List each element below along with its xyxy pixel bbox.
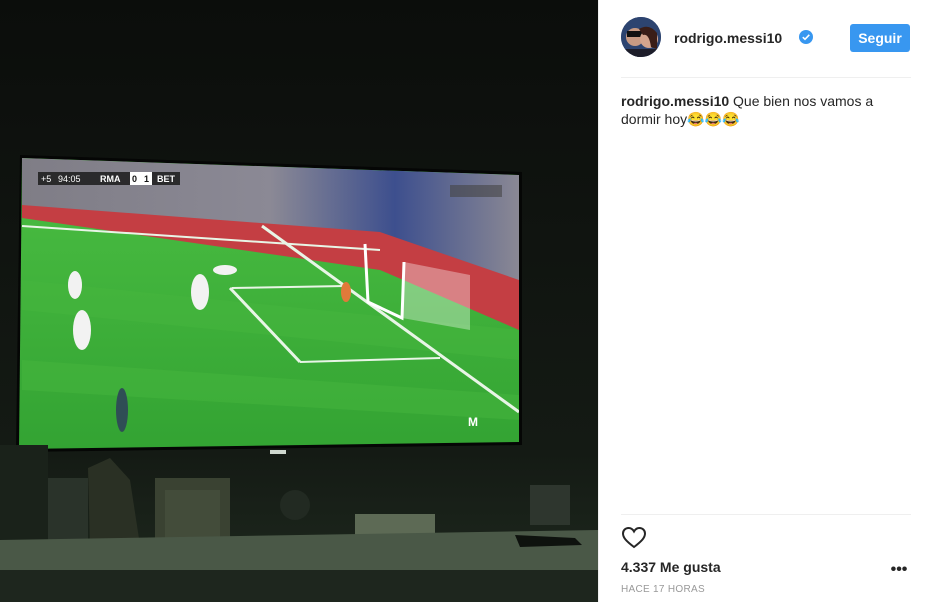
header-divider bbox=[621, 77, 911, 78]
post-sidebar: rodrigo.messi10 Seguir rodrigo.messi10 Q… bbox=[598, 0, 935, 602]
scoreboard-home-score: 0 bbox=[132, 174, 137, 184]
post-caption: rodrigo.messi10 Que bien nos vamos a dor… bbox=[621, 92, 913, 128]
post-username[interactable]: rodrigo.messi10 bbox=[674, 30, 782, 46]
instagram-post: +5 94:05 RMA 0 1 BET M rodrigo.messi10 S… bbox=[0, 0, 935, 602]
post-timestamp[interactable]: HACE 17 HORAS bbox=[621, 584, 705, 595]
post-photo[interactable]: +5 94:05 RMA 0 1 BET M bbox=[0, 0, 598, 602]
scoreboard-away-score: 1 bbox=[144, 174, 149, 184]
caption-username[interactable]: rodrigo.messi10 bbox=[621, 93, 729, 109]
avatar-image bbox=[621, 17, 661, 57]
svg-text:M: M bbox=[468, 415, 478, 429]
heart-outline-icon[interactable] bbox=[621, 525, 647, 551]
avatar[interactable] bbox=[621, 17, 661, 57]
follow-button[interactable]: Seguir bbox=[850, 24, 910, 52]
more-options-icon[interactable]: ••• bbox=[887, 562, 911, 578]
scoreboard-clock: 94:05 bbox=[58, 174, 81, 184]
likes-count[interactable]: 4.337 Me gusta bbox=[621, 559, 721, 575]
scoreboard-added-time: +5 bbox=[41, 174, 51, 184]
verified-badge-icon bbox=[799, 30, 813, 44]
post-header: rodrigo.messi10 Seguir bbox=[621, 17, 911, 59]
scoreboard-home-team: RMA bbox=[100, 174, 121, 184]
scoreboard-away-team: BET bbox=[157, 174, 176, 184]
tv-photo-illustration: +5 94:05 RMA 0 1 BET M bbox=[0, 0, 598, 602]
actions-divider bbox=[621, 514, 911, 515]
